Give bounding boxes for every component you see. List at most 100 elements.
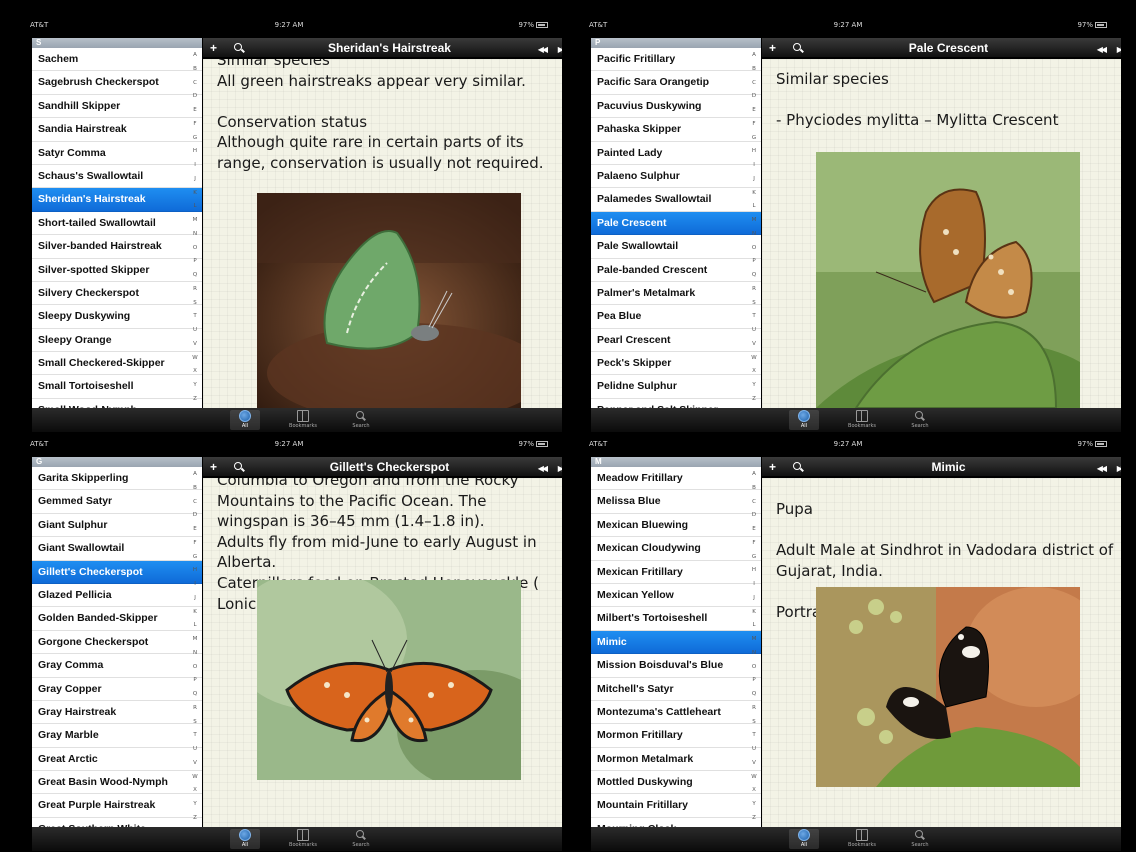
species-list-item[interactable]: Giant Sulphur [32,514,202,538]
species-list-item[interactable]: Great Basin Wood-Nymph [32,771,202,795]
species-list-item[interactable]: Pacuvius Duskywing [591,95,761,119]
index-letter[interactable]: A [190,471,200,477]
species-list-item[interactable]: Pale-banded Crescent [591,259,761,282]
index-letter[interactable]: G [749,135,759,141]
tab-all[interactable]: All [230,829,260,849]
species-list-item[interactable]: Montezuma's Cattleheart [591,701,761,725]
index-letter[interactable]: C [190,80,200,86]
index-letter[interactable]: L [190,203,200,209]
species-list-item[interactable]: Mormon Metalmark [591,748,761,772]
tab-bookmarks[interactable]: Bookmarks [288,829,318,848]
index-letter[interactable]: W [190,355,200,361]
species-list[interactable]: P Pacific Fritillary Pacific Sara Oranget… [591,38,761,408]
index-letter[interactable]: L [749,622,759,628]
index-letter[interactable]: P [749,677,759,683]
index-letter[interactable]: U [190,327,200,333]
species-list-item[interactable]: Garita Skipperling [32,467,202,491]
index-letter[interactable]: S [749,300,759,306]
index-letter[interactable]: R [749,705,759,711]
species-list-item[interactable]: Palmer's Metalmark [591,282,761,306]
species-list-item[interactable]: Pale Crescent [591,211,761,236]
index-letter[interactable]: C [749,499,759,505]
species-list-item[interactable]: Pea Blue [591,305,761,329]
index-letter[interactable]: D [190,93,200,99]
search-icon[interactable] [233,459,245,475]
previous-species-button[interactable]: ◀◀ [538,461,548,477]
index-letter[interactable]: F [749,540,759,546]
species-detail[interactable]: Similar species All green hairstreaks ap… [203,59,562,408]
species-list-item[interactable]: Sleepy Orange [32,329,202,353]
index-letter[interactable]: Q [190,272,200,278]
index-letter[interactable]: K [749,190,759,196]
previous-species-button[interactable]: ◀◀ [538,42,548,58]
species-list-item[interactable]: Small Wood-Nymph [32,399,202,408]
index-letter[interactable]: Y [190,801,200,807]
tab-all[interactable]: All [789,829,819,849]
index-letter[interactable]: V [749,760,759,766]
index-letter[interactable]: D [749,512,759,518]
index-letter[interactable]: A [190,52,200,58]
species-list-item[interactable]: Milbert's Tortoiseshell [591,607,761,631]
species-list-item[interactable]: Great Southern White [32,818,202,827]
species-list-item[interactable]: Pepper and Salt Skipper [591,399,761,408]
tab-search[interactable]: Search [346,829,376,848]
alphabet-index[interactable]: A B C D E F G H I J K L M N O P Q R S T U V W X Y Z [190,471,200,821]
index-letter[interactable]: E [749,526,759,532]
tab-all[interactable]: All [789,410,819,430]
alphabet-index[interactable]: A B C D E F G H I J K L M N O P Q R S T U V W X Y Z [749,471,759,821]
index-letter[interactable]: S [190,300,200,306]
index-letter[interactable]: Q [190,691,200,697]
species-list-item[interactable]: Short-tailed Swallowtail [32,212,202,236]
index-letter[interactable]: U [749,327,759,333]
species-list-item[interactable]: Melissa Blue [591,490,761,514]
species-list-item[interactable]: Mormon Fritillary [591,724,761,748]
species-list-item[interactable]: Silvery Checkerspot [32,282,202,306]
search-icon[interactable] [233,40,245,56]
species-list[interactable]: M Meadow Fritillary Melissa Blue Mexican B… [591,457,761,827]
species-list-item[interactable]: Mimic [591,630,761,655]
index-letter[interactable]: Z [749,396,759,402]
index-letter[interactable]: C [190,499,200,505]
species-list-item[interactable]: Glazed Pellicia [32,584,202,608]
index-letter[interactable]: F [190,121,200,127]
species-list-item[interactable]: Sleepy Duskywing [32,305,202,329]
index-letter[interactable]: U [190,746,200,752]
index-letter[interactable]: Z [190,396,200,402]
index-letter[interactable]: G [749,554,759,560]
index-letter[interactable]: W [190,774,200,780]
index-letter[interactable]: M [190,636,200,642]
alphabet-index[interactable]: A B C D E F G H I J K L M N O P Q R S T U V W X Y Z [749,52,759,402]
species-list-item[interactable]: Sachem [32,48,202,72]
species-list-item[interactable]: Mountain Fritillary [591,794,761,818]
index-letter[interactable]: O [749,245,759,251]
species-list-item[interactable]: Silver-banded Hairstreak [32,235,202,259]
index-letter[interactable]: Q [749,272,759,278]
species-list-item[interactable]: Mexican Bluewing [591,514,761,538]
index-letter[interactable]: M [749,636,759,642]
species-list-item[interactable]: Gorgone Checkerspot [32,631,202,655]
index-letter[interactable]: R [190,286,200,292]
index-letter[interactable]: M [749,217,759,223]
species-list-item[interactable]: Gillett's Checkerspot [32,560,202,584]
index-letter[interactable]: R [749,286,759,292]
index-letter[interactable]: T [190,313,200,319]
search-icon[interactable] [792,459,804,475]
species-list-item[interactable]: Palamedes Swallowtail [591,188,761,212]
species-list-item[interactable]: Satyr Comma [32,142,202,165]
species-list-item[interactable]: Mexican Fritillary [591,561,761,584]
index-letter[interactable]: Y [190,382,200,388]
species-list-item[interactable]: Pale Swallowtail [591,235,761,259]
index-letter[interactable]: J [749,176,759,182]
index-letter[interactable]: X [190,787,200,793]
tab-bookmarks[interactable]: Bookmarks [847,829,877,848]
index-letter[interactable]: E [190,107,200,113]
index-letter[interactable]: N [190,231,200,237]
species-list-item[interactable]: Schaus's Swallowtail [32,165,202,189]
species-list-item[interactable]: Painted Lady [591,142,761,165]
index-letter[interactable]: M [190,217,200,223]
species-detail[interactable]: Columbia to Oregon and from the Rocky Mo… [203,478,562,827]
species-list-item[interactable]: Gray Hairstreak [32,701,202,725]
add-bookmark-button[interactable]: + [769,459,776,475]
index-letter[interactable]: I [749,162,759,168]
index-letter[interactable]: H [190,567,200,573]
